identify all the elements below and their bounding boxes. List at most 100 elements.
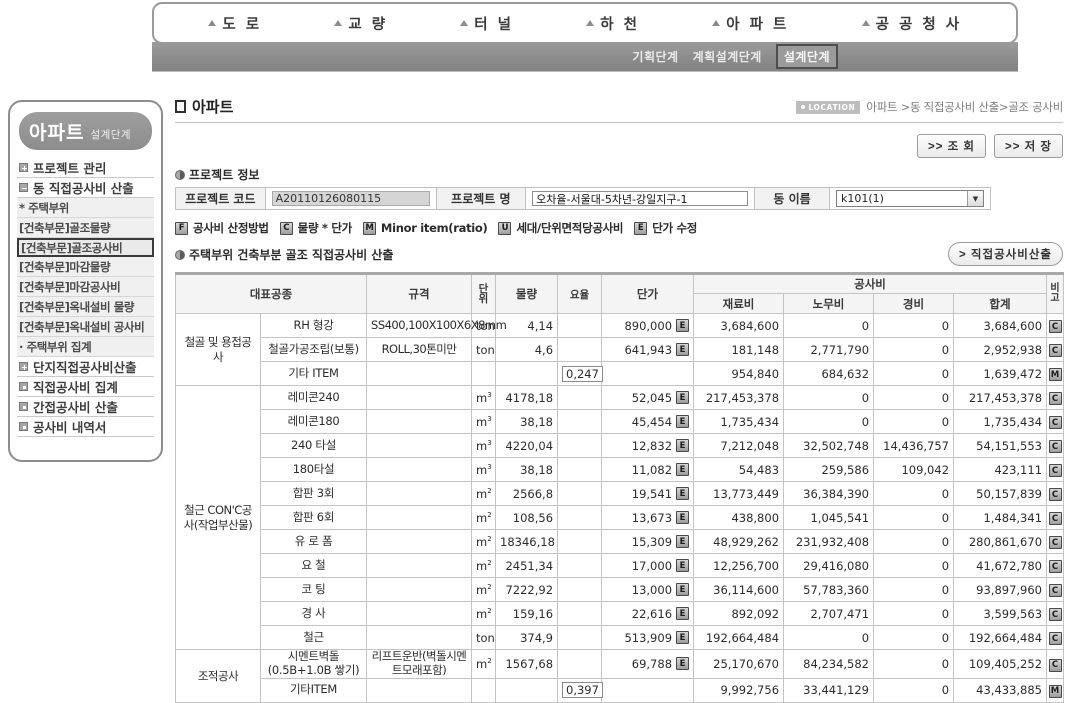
quantity-cell[interactable]: 4178,18 xyxy=(495,385,559,410)
stage-tab-0[interactable]: 기획단계 xyxy=(632,48,678,65)
nav-item-1[interactable]: 교 량 xyxy=(334,13,387,34)
note-cell[interactable]: C xyxy=(1046,313,1065,338)
spec-cell[interactable] xyxy=(366,577,473,602)
price-cell[interactable]: 22,616 E xyxy=(601,601,695,626)
table-row[interactable]: 경 사 m2 159,16 22,616 E 892,092 2,707,471 0 3,599… xyxy=(176,601,1065,626)
work-name-cell[interactable]: 경 사 xyxy=(259,601,368,626)
quantity-cell[interactable]: 4,6 xyxy=(495,337,559,362)
price-cell[interactable]: 15,309 E xyxy=(601,529,695,554)
sidebar-item-11[interactable]: 직접공사비 집계 xyxy=(17,377,154,397)
work-name-cell[interactable]: 합판 3회 xyxy=(259,481,368,506)
quantity-cell[interactable]: 18346,18 xyxy=(495,529,559,554)
rate-cell[interactable] xyxy=(557,457,603,482)
price-cell[interactable]: 513,909 E xyxy=(601,625,695,650)
work-name-cell[interactable]: RH 형강 xyxy=(259,313,368,338)
sidebar-subitem-4[interactable]: [건축부문]골조공사비 xyxy=(17,238,154,257)
table-row[interactable]: 철근 CON'C공사(작업부산물) 레미콘240 m3 4178,18 52,045 E 2… xyxy=(175,385,1065,650)
quantity-cell[interactable]: 1567,68 xyxy=(495,649,559,679)
rate-cell[interactable]: 0,247 xyxy=(557,361,603,386)
spec-cell[interactable] xyxy=(366,457,473,482)
price-cell[interactable]: 52,045 E xyxy=(601,385,695,410)
quantity-cell[interactable]: 108,56 xyxy=(495,505,559,530)
work-name-cell[interactable]: 요 철 xyxy=(259,553,368,578)
collapse-icon[interactable] xyxy=(19,183,28,192)
stage-tab-2[interactable]: 설계단계 xyxy=(775,44,838,69)
price-cell[interactable]: 13,673 E xyxy=(601,505,695,530)
note-cell[interactable]: C xyxy=(1046,481,1065,506)
work-name-cell[interactable]: 유 로 폼 xyxy=(259,529,368,554)
work-name-cell[interactable]: 철근 xyxy=(259,625,368,650)
spec-cell[interactable] xyxy=(366,409,473,434)
work-name-cell[interactable]: 240 타설 xyxy=(259,433,368,458)
table-row[interactable]: 조적공사 시멘트벽돌(0.5B+1.0B 쌓기) 리프트운반(벽돌시멘트모래포함) m… xyxy=(175,649,1065,703)
save-button[interactable]: >> 저 장 xyxy=(994,134,1063,158)
square-bullet-icon[interactable] xyxy=(19,402,28,411)
note-cell[interactable]: C xyxy=(1046,577,1065,602)
note-cell[interactable]: C xyxy=(1046,433,1065,458)
work-name-cell[interactable]: 합판 6회 xyxy=(259,505,368,530)
table-row[interactable]: 180타설 m3 38,18 11,082 E 54,483 259,586 109,042 4… xyxy=(176,457,1065,482)
work-name-cell[interactable]: 180타설 xyxy=(259,457,368,482)
rate-cell[interactable] xyxy=(557,553,603,578)
rate-cell[interactable] xyxy=(557,601,603,626)
sidebar-item-12[interactable]: 간접공사비 산출 xyxy=(17,397,154,417)
price-cell[interactable]: 890,000 E xyxy=(601,313,695,338)
note-cell[interactable]: M xyxy=(1046,677,1065,703)
sidebar-item-1[interactable]: 동 직접공사비 산출 xyxy=(17,178,154,198)
table-row[interactable]: 합판 3회 m2 2566,8 19,541 E 13,773,449 36,384,390… xyxy=(176,481,1065,506)
quantity-cell[interactable]: 159,16 xyxy=(495,601,559,626)
work-name-cell[interactable]: 레미콘240 xyxy=(259,385,368,410)
spec-cell[interactable]: SS400,100X100X6X8mm xyxy=(366,313,507,338)
spec-cell[interactable]: 리프트운반(벽돌시멘트모래포함) xyxy=(366,649,473,679)
spec-cell[interactable] xyxy=(366,529,473,554)
rate-cell[interactable] xyxy=(557,649,603,679)
table-row[interactable]: 합판 6회 m2 108,56 13,673 E 438,800 1,045,541 0 1,4… xyxy=(176,505,1065,530)
quantity-cell[interactable]: 38,18 xyxy=(495,409,559,434)
table-row[interactable]: 240 타설 m3 4220,04 12,832 E 7,212,048 32,502,74… xyxy=(176,433,1065,458)
quantity-cell[interactable]: 38,18 xyxy=(495,457,559,482)
work-name-cell[interactable]: 코 팅 xyxy=(259,577,368,602)
work-name-cell[interactable]: 시멘트벽돌(0.5B+1.0B 쌓기) xyxy=(259,649,368,679)
square-bullet-icon[interactable] xyxy=(19,382,28,391)
quantity-cell[interactable]: 2451,34 xyxy=(495,553,559,578)
spec-cell[interactable] xyxy=(366,361,473,386)
price-cell[interactable]: 11,082 E xyxy=(601,457,695,482)
rate-cell[interactable]: 0,397 xyxy=(557,677,603,703)
rate-cell[interactable] xyxy=(557,505,603,530)
table-row[interactable]: 기타ITEM 0,397 9,992,756 33,441,129 0 43,433,88… xyxy=(176,677,1065,703)
price-cell[interactable]: 12,832 E xyxy=(601,433,695,458)
square-bullet-icon[interactable] xyxy=(19,422,28,431)
spec-cell[interactable] xyxy=(366,625,473,650)
sidebar-subitem-8[interactable]: [건축부문]옥내설비 공사비 xyxy=(17,317,154,337)
table-row[interactable]: 레미콘180 m3 38,18 45,454 E 1,735,434 0 0 1,735,434… xyxy=(176,409,1065,434)
work-name-cell[interactable]: 레미콘180 xyxy=(259,409,368,434)
spec-cell[interactable] xyxy=(366,553,473,578)
work-name-cell[interactable]: 철골가공조립(보통) xyxy=(259,337,368,362)
rate-cell[interactable] xyxy=(557,529,603,554)
spec-cell[interactable] xyxy=(366,505,473,530)
price-cell[interactable]: 13,000 E xyxy=(601,577,695,602)
sidebar-subitem-2[interactable]: * 주택부위 xyxy=(17,198,154,218)
expand-icon[interactable] xyxy=(19,163,28,172)
spec-cell[interactable] xyxy=(366,601,473,626)
rate-input[interactable]: 0,397 xyxy=(562,682,603,699)
rate-cell[interactable] xyxy=(557,577,603,602)
note-cell[interactable]: C xyxy=(1046,409,1065,434)
price-cell[interactable]: 45,454 E xyxy=(601,409,695,434)
rate-input[interactable]: 0,247 xyxy=(562,365,603,382)
note-cell[interactable]: C xyxy=(1046,649,1065,679)
work-name-cell[interactable]: 기타ITEM xyxy=(259,677,368,703)
expand-icon[interactable] xyxy=(19,362,28,371)
rate-cell[interactable] xyxy=(557,433,603,458)
price-cell[interactable]: 69,788 E xyxy=(601,649,695,679)
sidebar-item-0[interactable]: 프로젝트 관리 xyxy=(17,158,154,178)
rate-cell[interactable] xyxy=(557,409,603,434)
nav-item-0[interactable]: 도 로 xyxy=(208,13,261,34)
nav-item-4[interactable]: 아 파 트 xyxy=(712,13,789,34)
stage-tab-1[interactable]: 계획설계단계 xyxy=(693,48,762,65)
nav-item-5[interactable]: 공 공 청 사 xyxy=(861,13,962,34)
calculate-direct-cost-button[interactable]: > 직접공사비산출 xyxy=(948,241,1063,266)
price-cell[interactable]: 19,541 E xyxy=(601,481,695,506)
quantity-cell[interactable] xyxy=(495,361,559,386)
sidebar-subitem-9[interactable]: · 주택부위 집계 xyxy=(17,337,154,357)
